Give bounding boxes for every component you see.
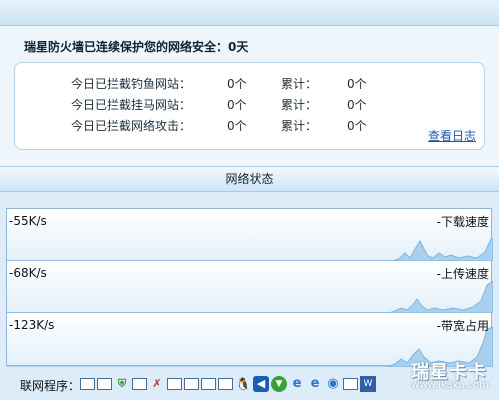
qq-penguin-icon[interactable]: 🐧 [235, 376, 251, 392]
protection-panel: 瑞星防火墙已连续保护您的网络安全：0天 今日已拦截钓鱼网站： 0个 累计： 0个… [0, 26, 499, 166]
ie-icon[interactable]: e [289, 376, 305, 392]
network-status-header[interactable]: 网络状态 [0, 166, 499, 192]
upload-speed-graph: -68K/s -上传速度 [7, 261, 493, 313]
network-programs-label: 联网程序： [20, 379, 81, 393]
upload-scale-label: -68K/s [9, 266, 47, 280]
ie-icon[interactable]: e [307, 376, 323, 392]
download-speed-graph: -55K/s -下载速度 [7, 209, 493, 261]
stat-row-phishing: 今日已拦截钓鱼网站： 0个 累计： 0个 [15, 75, 484, 95]
download-speed-label: -下载速度 [436, 215, 489, 229]
stat-total-label: 累计： [281, 98, 318, 112]
download-graph-area [7, 238, 493, 261]
upload-graph-area [7, 280, 493, 313]
upload-speed-label: -上传速度 [436, 267, 489, 281]
view-log-link[interactable]: 查看日志 [428, 127, 476, 144]
blank-window-icon[interactable] [132, 378, 147, 390]
watermark-url: www.ikaka.com [411, 380, 489, 391]
stat-label: 今日已拦截挂马网站： [71, 98, 192, 112]
blank-window-icon[interactable] [201, 378, 216, 390]
blank-window-icon[interactable] [80, 378, 95, 390]
upload-graph-svg [7, 280, 493, 313]
stat-total-label: 累计： [281, 77, 318, 91]
blank-window-icon[interactable] [184, 378, 199, 390]
stat-label: 今日已拦截钓鱼网站： [71, 77, 192, 91]
network-monitor: -55K/s -下载速度 -68K/s -上传速度 -123K/s -带宽占用 [6, 208, 493, 367]
back-arrow-icon[interactable]: ◀ [253, 376, 269, 392]
download-icon[interactable]: ▼ [271, 376, 287, 392]
globe-icon[interactable]: ◉ [325, 376, 341, 392]
download-graph-svg [7, 238, 493, 261]
bandwidth-scale-label: -123K/s [9, 318, 55, 332]
stat-total-value: 0个 [347, 98, 367, 112]
shield-icon[interactable]: ⛨ [114, 376, 130, 392]
protection-days-headline: 瑞星防火墙已连续保护您的网络安全：0天 [24, 40, 249, 54]
stat-today-value: 0个 [227, 98, 247, 112]
stat-total-value: 0个 [347, 77, 367, 91]
watermark-logo: 瑞星卡卡 www.ikaka.com [355, 358, 495, 398]
stat-today-value: 0个 [227, 119, 247, 133]
program-icon-list: ⛨ ✗ 🐧 ◀ ▼ e e ◉ W [80, 376, 376, 392]
stat-row-trojan: 今日已拦截挂马网站： 0个 累计： 0个 [15, 96, 484, 116]
stat-total-label: 累计： [281, 119, 318, 133]
bandwidth-usage-label: -带宽占用 [436, 319, 489, 333]
security-icon[interactable]: ✗ [149, 376, 165, 392]
blank-window-icon[interactable] [97, 378, 112, 390]
blank-window-icon[interactable] [218, 378, 233, 390]
stat-label: 今日已拦截网络攻击： [71, 119, 192, 133]
stat-total-value: 0个 [347, 119, 367, 133]
interception-stats-box: 今日已拦截钓鱼网站： 0个 累计： 0个 今日已拦截挂马网站： 0个 累计： 0… [14, 62, 485, 150]
network-programs-bar: 联网程序： ⛨ ✗ 🐧 ◀ ▼ e e ◉ W 瑞星卡卡 www.ikaka.c… [0, 362, 499, 400]
stat-today-value: 0个 [227, 77, 247, 91]
blank-window-icon[interactable] [167, 378, 182, 390]
download-scale-label: -55K/s [9, 214, 47, 228]
stat-row-attack: 今日已拦截网络攻击： 0个 累计： 0个 [15, 117, 484, 137]
top-strip [0, 0, 499, 26]
